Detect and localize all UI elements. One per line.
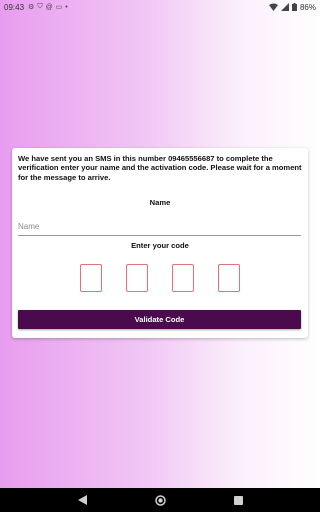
- recents-icon[interactable]: [232, 494, 244, 506]
- status-time: 09:43: [4, 2, 25, 12]
- wifi-icon: [268, 3, 278, 11]
- at-icon: @: [45, 3, 53, 11]
- back-icon[interactable]: [76, 494, 88, 506]
- navigation-bar: [0, 488, 320, 512]
- name-input[interactable]: [18, 218, 301, 236]
- battery-percent: 86%: [299, 2, 316, 12]
- shield-icon: ⛉: [37, 3, 43, 10]
- code-digit-1[interactable]: [80, 264, 102, 292]
- signal-icon: [280, 3, 289, 11]
- home-icon[interactable]: [154, 494, 166, 506]
- code-label: Enter your code: [131, 241, 189, 250]
- verification-card: We have sent you an SMS in this number 0…: [12, 148, 308, 338]
- cast-icon: ▭: [55, 4, 63, 11]
- settings-icon: ⚙: [28, 4, 35, 11]
- dot-icon: •: [65, 3, 68, 11]
- status-bar: 09:43 ⚙ ⛉ @ ▭ • 86%: [0, 0, 320, 14]
- code-digit-3[interactable]: [172, 264, 194, 292]
- validate-code-button[interactable]: Validate Code: [18, 310, 301, 329]
- code-digit-4[interactable]: [218, 264, 240, 292]
- sms-message: We have sent you an SMS in this number 0…: [18, 154, 302, 182]
- app-screen: 09:43 ⚙ ⛉ @ ▭ • 86% We have sent you an …: [0, 0, 320, 488]
- code-digit-2[interactable]: [126, 264, 148, 292]
- name-label: Name: [149, 198, 171, 207]
- battery-icon: [291, 3, 297, 11]
